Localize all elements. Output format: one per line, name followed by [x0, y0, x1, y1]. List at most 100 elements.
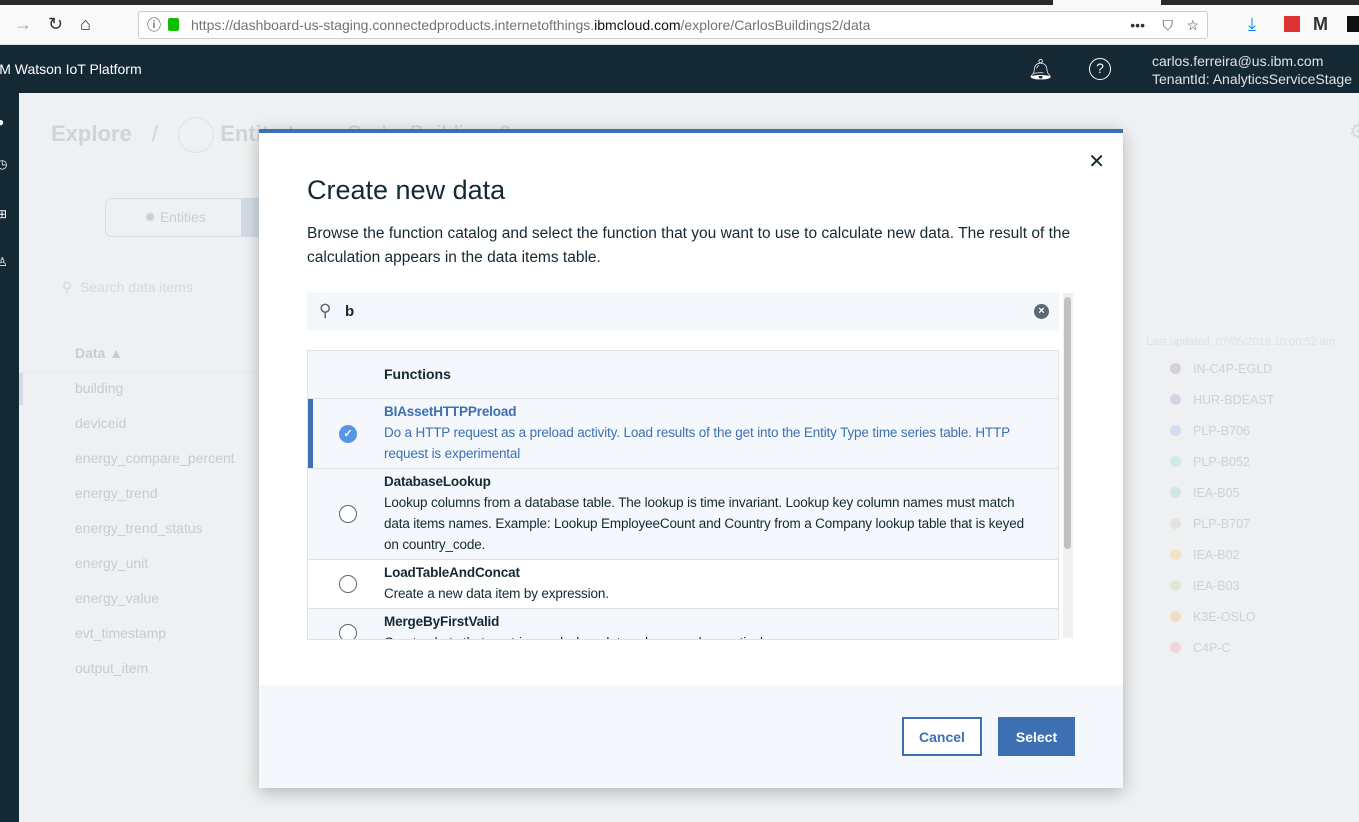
pocket-icon[interactable]: ⛉	[1163, 12, 1174, 38]
extension-icon[interactable]	[1284, 16, 1300, 32]
function-row[interactable]: ✓ BIAssetHTTPPreload Do a HTTP request as …	[308, 399, 1058, 469]
data-item[interactable]: energy_trend_status	[75, 520, 203, 536]
function-row[interactable]: DatabaseLookup Lookup columns from a data…	[308, 469, 1058, 560]
download-icon[interactable]: ⤓	[1248, 13, 1256, 35]
legend-item: IEA-B02	[1170, 548, 1240, 562]
radio-button[interactable]	[339, 624, 357, 639]
entities-tab[interactable]: ✹ Entities	[105, 198, 245, 237]
lock-icon	[168, 18, 179, 31]
legend-dot-icon	[1170, 456, 1181, 467]
modal-title: Create new data	[307, 175, 506, 205]
legend-item: PLP-B706	[1170, 424, 1250, 438]
legend-item: IN-C4P-EGLD	[1170, 362, 1272, 376]
function-description: Create alerts that are triggered when da…	[384, 632, 1038, 639]
legend-label: K3E-OSLO	[1193, 610, 1256, 624]
function-name: MergeByFirstValid	[384, 614, 500, 629]
radio-button[interactable]	[339, 575, 357, 593]
data-item[interactable]: energy_compare_percent	[75, 450, 235, 466]
legend-item: C4P-C	[1170, 641, 1231, 655]
breadcrumb-explore[interactable]: Explore	[51, 121, 132, 146]
home-icon[interactable]: ⌂	[80, 13, 91, 35]
create-new-data-modal: ✕ Create new data Browse the function ca…	[259, 129, 1123, 788]
rail-icon-2[interactable]: ◷	[0, 157, 7, 171]
select-button[interactable]: Select	[998, 717, 1075, 756]
close-icon[interactable]: ✕	[1088, 149, 1105, 174]
function-row[interactable]: LoadTableAndConcat Create a new data item…	[308, 560, 1058, 609]
rail-icon-3[interactable]: ⊞	[0, 207, 7, 221]
reload-icon[interactable]: ↻	[48, 13, 63, 35]
notification-bell-icon[interactable]: 🔔︎	[1028, 57, 1053, 82]
table-header: Functions	[308, 351, 1058, 399]
data-item[interactable]: deviceid	[75, 415, 126, 431]
function-search: ⚲ ×	[307, 292, 1059, 331]
url-text: https://dashboard-us-staging.connectedpr…	[191, 17, 871, 33]
function-name: LoadTableAndConcat	[384, 565, 520, 580]
info-icon[interactable]: ⓘ	[147, 12, 161, 38]
legend-item: K3E-OSLO	[1170, 610, 1256, 624]
browser-toolbar: → ↻ ⌂ ⓘ https://dashboard-us-staging.con…	[0, 5, 1359, 45]
rail-icon-1[interactable]: ●	[0, 115, 4, 129]
entity-chip-icon	[178, 117, 215, 153]
modal-description: Browse the function catalog and select t…	[307, 225, 1071, 266]
legend-dot-icon	[1170, 487, 1181, 498]
legend-dot-icon	[1170, 394, 1181, 405]
radio-button[interactable]	[339, 505, 357, 523]
legend-item: HUR-BDEAST	[1170, 393, 1274, 407]
user-info[interactable]: carlos.ferreira@us.ibm.com TenantId: Anal…	[1152, 52, 1352, 88]
function-search-input[interactable]	[345, 300, 995, 322]
legend-label: PLP-B052	[1193, 455, 1250, 469]
legend-label: IEA-B02	[1193, 548, 1240, 562]
data-tab[interactable]	[241, 198, 261, 237]
legend-item: PLP-B052	[1170, 455, 1250, 469]
breadcrumb-separator: /	[151, 120, 158, 146]
side-rail: ● ◷ ⊞ ♙	[0, 93, 19, 822]
extension-z-icon[interactable]	[1347, 16, 1359, 32]
legend-item: IEA-B05	[1170, 486, 1240, 500]
app-brand: IBM Watson IoT Platform	[0, 61, 142, 77]
data-item[interactable]: output_item	[75, 660, 148, 676]
functions-column-header: Functions	[384, 366, 451, 382]
legend-label: PLP-B707	[1193, 517, 1250, 531]
legend-item: PLP-B707	[1170, 517, 1250, 531]
functions-table: Functions ✓ BIAssetHTTPPreload Do a HTTP r…	[307, 350, 1059, 640]
function-name: BIAssetHTTPPreload	[384, 404, 517, 419]
address-bar[interactable]: ⓘ https://dashboard-us-staging.connected…	[138, 11, 1208, 39]
data-item[interactable]: evt_timestamp	[75, 625, 166, 641]
data-item[interactable]: energy_value	[75, 590, 159, 606]
data-item[interactable]: energy_unit	[75, 555, 148, 571]
app-header: IBM Watson IoT Platform 🔔︎ ? carlos.ferr…	[0, 45, 1359, 93]
clear-search-icon[interactable]: ×	[1034, 304, 1049, 319]
search-data-items[interactable]: ⚲ Search data items	[52, 268, 262, 307]
cancel-button[interactable]: Cancel	[902, 717, 982, 756]
function-description: Lookup columns from a database table. Th…	[384, 495, 1024, 552]
legend-dot-icon	[1170, 425, 1181, 436]
help-icon[interactable]: ?	[1089, 58, 1111, 80]
legend-dot-icon	[1170, 549, 1181, 560]
radio-checked-icon[interactable]: ✓	[339, 424, 357, 443]
legend-item: IEA-B03	[1170, 579, 1240, 593]
scrollbar-thumb[interactable]	[1064, 297, 1071, 549]
data-item[interactable]: energy_trend	[75, 485, 158, 501]
last-updated: Last updated: 07/05/2019 10:00:52 am	[1146, 336, 1335, 348]
rail-icon-4[interactable]: ♙	[0, 255, 8, 269]
function-description: Create a new data item by expression.	[384, 586, 609, 601]
legend-label: PLP-B706	[1193, 424, 1250, 438]
more-icon[interactable]: •••	[1130, 12, 1145, 38]
settings-gear-icon[interactable]: ⚙	[1349, 119, 1359, 144]
forward-icon[interactable]: →	[14, 13, 32, 35]
row-selected-indicator	[19, 373, 23, 405]
bookmark-star-icon[interactable]: ☆	[1186, 12, 1199, 38]
legend-dot-icon	[1170, 611, 1181, 622]
legend-dot-icon	[1170, 363, 1181, 374]
legend-dot-icon	[1170, 642, 1181, 653]
function-name: DatabaseLookup	[384, 474, 491, 489]
modal-footer: Cancel Select	[259, 685, 1123, 788]
legend-dot-icon	[1170, 518, 1181, 529]
extension-m-icon[interactable]: M	[1313, 13, 1328, 35]
function-row[interactable]: MergeByFirstValid Create alerts that are …	[308, 609, 1058, 639]
legend-dot-icon	[1170, 580, 1181, 591]
search-icon: ⚲	[319, 301, 332, 320]
data-item[interactable]: building	[75, 380, 123, 396]
scrollbar[interactable]	[1063, 293, 1073, 638]
data-column-header[interactable]: Data ▲	[19, 333, 259, 373]
